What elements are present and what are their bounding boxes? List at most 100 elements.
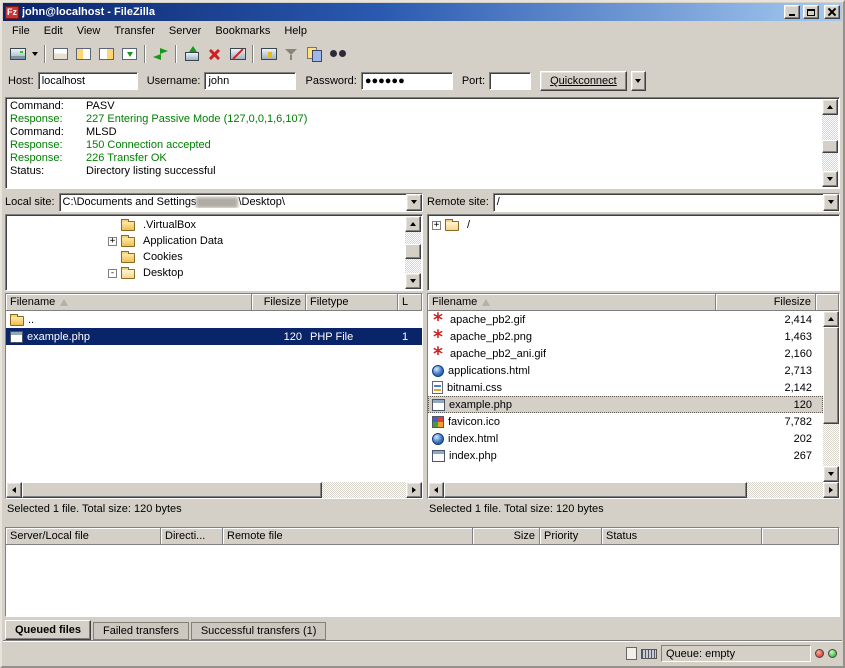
toggle-message-log-button[interactable] <box>49 43 72 65</box>
menu-item-edit[interactable]: Edit <box>37 22 70 40</box>
compare-button[interactable] <box>303 43 326 65</box>
tree-item[interactable]: Cookies <box>8 249 404 265</box>
toggle-local-tree-button[interactable] <box>72 43 95 65</box>
column-header-lastmodified[interactable]: L <box>398 294 422 311</box>
expander-icon[interactable]: - <box>108 269 117 278</box>
file-row[interactable]: apache_pb2.png 1,463 <box>428 328 823 345</box>
minimize-button[interactable] <box>784 5 800 19</box>
scroll-track[interactable] <box>823 327 839 466</box>
site-manager-button[interactable] <box>6 43 29 65</box>
scroll-up-button[interactable] <box>405 216 421 232</box>
queue-column-size[interactable]: Size <box>473 528 540 545</box>
log-line-prefix: Response: <box>10 152 86 165</box>
scroll-left-button[interactable] <box>428 482 444 498</box>
queue-column-server-local-file[interactable]: Server/Local file <box>6 528 161 545</box>
menu-item-file[interactable]: File <box>5 22 37 40</box>
quickconnect-dropdown-button[interactable] <box>631 71 646 91</box>
file-row[interactable]: bitnami.css 2,142 <box>428 379 823 396</box>
tree-item[interactable]: - Desktop <box>8 265 404 281</box>
column-header-filename[interactable]: Filename <box>6 294 252 311</box>
scroll-up-button[interactable] <box>822 99 838 115</box>
file-row[interactable]: apache_pb2.gif 2,414 <box>428 311 823 328</box>
scroll-track[interactable] <box>22 482 406 498</box>
tree-item[interactable]: .VirtualBox <box>8 217 404 233</box>
expander-icon[interactable]: + <box>108 237 117 246</box>
tree-item[interactable]: + / <box>430 217 821 233</box>
tab-queued-files[interactable]: Queued files <box>5 620 91 640</box>
host-input[interactable] <box>38 72 138 90</box>
speed-limits-icon[interactable] <box>641 649 657 659</box>
column-header-filesize[interactable]: Filesize <box>716 294 816 311</box>
file-row-selected[interactable]: example.php 120 <box>428 396 823 413</box>
file-row[interactable]: applications.html 2,713 <box>428 362 823 379</box>
queue-column-status[interactable]: Status <box>602 528 762 545</box>
folder-icon <box>121 237 135 247</box>
reconnect-button[interactable] <box>257 43 280 65</box>
scroll-left-button[interactable] <box>6 482 22 498</box>
quickconnect-button[interactable]: Quickconnect <box>540 71 627 91</box>
scroll-down-button[interactable] <box>823 466 839 482</box>
scroll-right-button[interactable] <box>406 482 422 498</box>
scroll-down-button[interactable] <box>405 273 421 289</box>
queue-column-remote-file[interactable]: Remote file <box>223 528 473 545</box>
tab-failed-transfers[interactable]: Failed transfers <box>93 622 189 640</box>
queue-column-priority[interactable]: Priority <box>540 528 602 545</box>
column-header-filetype[interactable]: Filetype <box>306 294 398 311</box>
queue-column-direction[interactable]: Directi... <box>161 528 223 545</box>
scroll-thumb[interactable] <box>823 327 839 424</box>
maximize-button[interactable] <box>803 5 819 19</box>
log-line-text: Directory listing successful <box>86 165 216 178</box>
file-row[interactable]: .. <box>6 311 422 328</box>
scroll-down-button[interactable] <box>822 171 838 187</box>
file-row[interactable]: favicon.ico 7,782 <box>428 413 823 430</box>
username-input[interactable] <box>204 72 296 90</box>
remote-file-list-pane: Filename Filesize apache_pb2.gif 2,414 a… <box>427 293 840 519</box>
transfer-type-icon[interactable] <box>626 647 637 660</box>
password-input[interactable] <box>361 72 453 90</box>
toggle-transfer-queue-button[interactable] <box>118 43 141 65</box>
port-input[interactable] <box>489 72 531 90</box>
site-manager-dropdown-button[interactable] <box>29 43 41 65</box>
menu-item-help[interactable]: Help <box>277 22 314 40</box>
scroll-thumb[interactable] <box>444 482 747 498</box>
menu-item-server[interactable]: Server <box>162 22 208 40</box>
scroll-right-button[interactable] <box>823 482 839 498</box>
scroll-track[interactable] <box>444 482 823 498</box>
local-list-hscrollbar[interactable] <box>6 482 422 498</box>
process-queue-button[interactable] <box>180 43 203 65</box>
file-row[interactable]: index.html 202 <box>428 430 823 447</box>
scroll-thumb[interactable] <box>22 482 322 498</box>
column-header-filename[interactable]: Filename <box>428 294 716 311</box>
local-site-dropdown-button[interactable] <box>406 194 422 211</box>
file-row-selected[interactable]: example.php 120 PHP File 1 <box>6 328 422 345</box>
filter-button[interactable] <box>280 43 303 65</box>
file-row[interactable]: apache_pb2_ani.gif 2,160 <box>428 345 823 362</box>
column-header-filesize[interactable]: Filesize <box>252 294 306 311</box>
scroll-thumb[interactable] <box>822 140 838 152</box>
find-button[interactable] <box>326 43 349 65</box>
remote-site-combobox[interactable]: / <box>493 193 840 212</box>
local-tree-scrollbar[interactable] <box>405 216 421 289</box>
scroll-track[interactable] <box>405 232 421 273</box>
toggle-remote-tree-button[interactable] <box>95 43 118 65</box>
tab-successful-transfers[interactable]: Successful transfers (1) <box>191 622 327 640</box>
close-button[interactable] <box>824 5 840 19</box>
menu-item-transfer[interactable]: Transfer <box>107 22 162 40</box>
scroll-up-button[interactable] <box>823 311 839 327</box>
remote-list-vscrollbar[interactable] <box>823 311 839 482</box>
file-row[interactable]: index.php 267 <box>428 447 823 464</box>
disconnect-button[interactable] <box>226 43 249 65</box>
menu-item-bookmarks[interactable]: Bookmarks <box>208 22 277 40</box>
local-site-combobox[interactable]: C:\Documents and Settings\Desktop\ <box>59 193 423 212</box>
scroll-thumb[interactable] <box>405 244 421 258</box>
remote-site-dropdown-button[interactable] <box>823 194 839 211</box>
menu-item-view[interactable]: View <box>70 22 108 40</box>
tree-item[interactable]: + Application Data <box>8 233 404 249</box>
remote-list-hscrollbar[interactable] <box>428 482 839 498</box>
log-scrollbar[interactable] <box>822 99 838 187</box>
title-bar[interactable]: Fz john@localhost - FileZilla <box>3 3 842 21</box>
cancel-button[interactable] <box>203 43 226 65</box>
expander-icon[interactable]: + <box>432 221 441 230</box>
refresh-button[interactable] <box>149 43 172 65</box>
scroll-track[interactable] <box>822 115 838 171</box>
